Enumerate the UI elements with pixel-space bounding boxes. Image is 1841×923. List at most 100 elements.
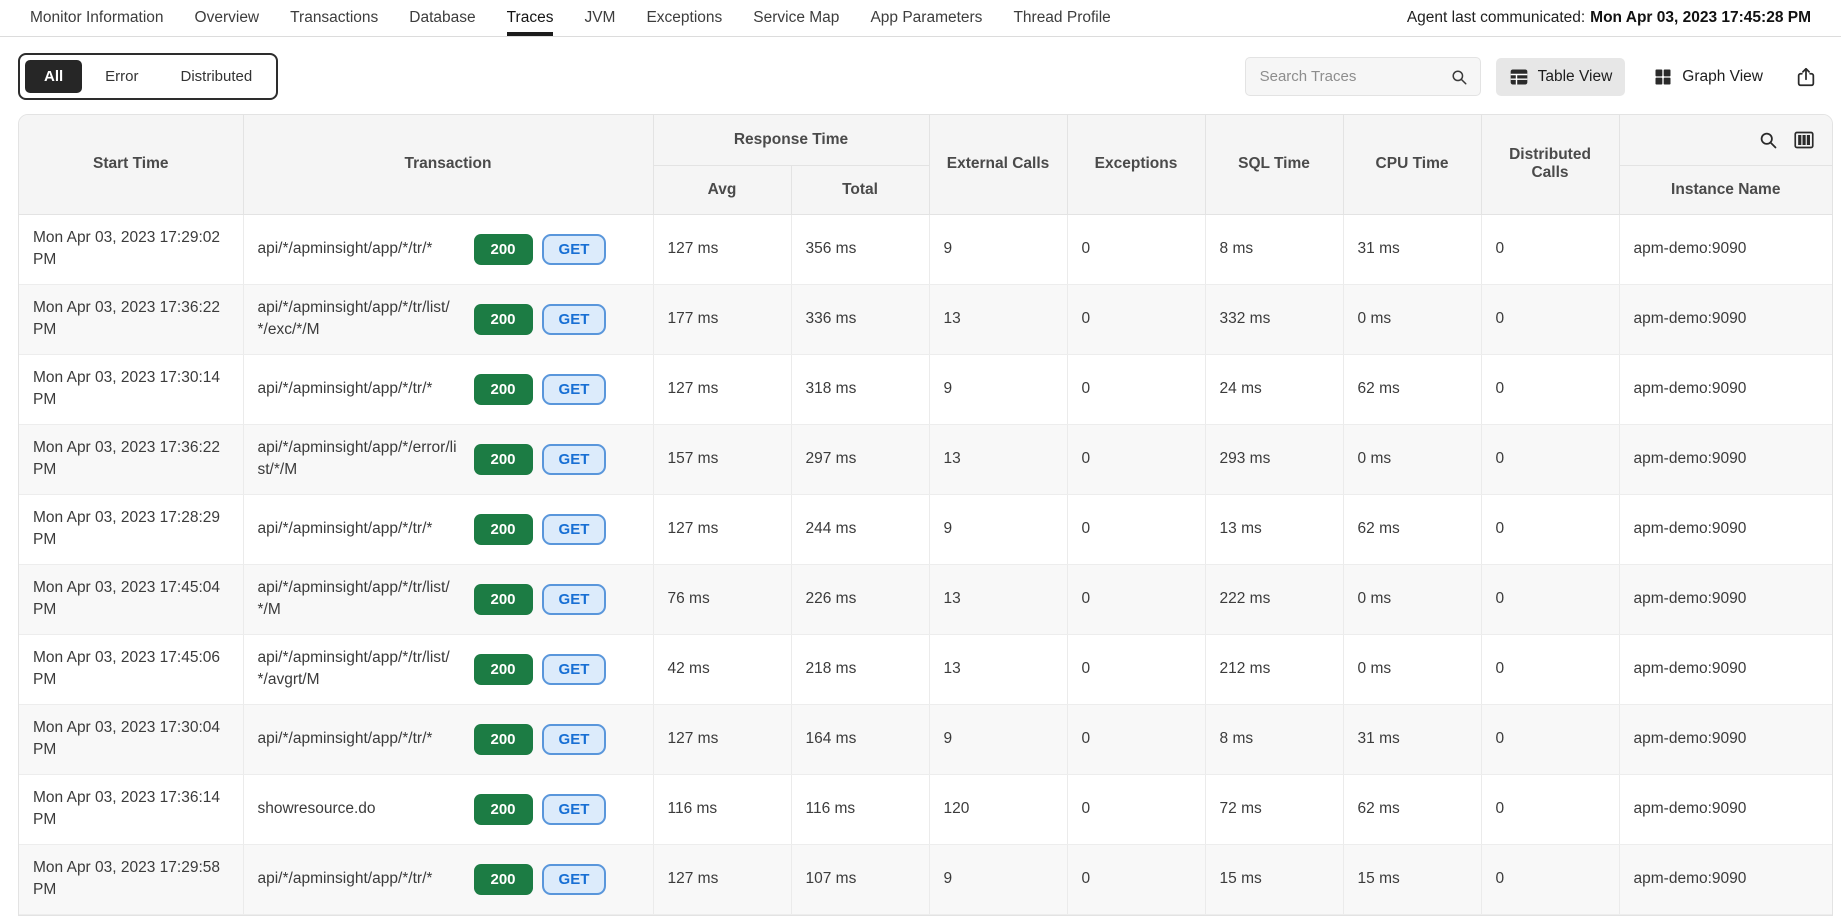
sql-time-value: 332 ms	[1220, 310, 1271, 327]
start-time-cell: Mon Apr 03, 2023 17:36:22 PM	[19, 284, 243, 354]
column-header-transaction[interactable]: Transaction	[243, 115, 653, 214]
sql-time-value: 293 ms	[1220, 450, 1271, 467]
external-calls-cell: 9	[929, 494, 1067, 564]
trace-row[interactable]: Mon Apr 03, 2023 17:36:14 PM showresourc…	[19, 774, 1832, 844]
exceptions-cell: 0	[1067, 354, 1205, 424]
column-settings-button[interactable]	[1794, 130, 1814, 150]
nav-tab-traces[interactable]: Traces	[507, 0, 554, 36]
instance-name-cell: apm-demo:9090	[1619, 704, 1832, 774]
instance-name-cell: apm-demo:9090	[1619, 284, 1832, 354]
transaction-cell: api/*/apminsight/app/*/tr/* 200 GET	[243, 354, 653, 424]
trace-table-body: Mon Apr 03, 2023 17:29:02 PM api/*/apmin…	[19, 214, 1832, 914]
start-time-value: Mon Apr 03, 2023 17:45:04 PM	[33, 577, 229, 620]
avg-response-value: 42 ms	[668, 660, 710, 677]
status-badge: 200	[474, 724, 533, 755]
column-header-total[interactable]: Total	[791, 165, 929, 214]
transaction-name[interactable]: showresource.do	[258, 798, 458, 820]
table-view-button[interactable]: Table View	[1496, 58, 1626, 96]
distributed-calls-cell: 0	[1481, 354, 1619, 424]
start-time-cell: Mon Apr 03, 2023 17:28:29 PM	[19, 494, 243, 564]
total-response-value: 218 ms	[806, 660, 857, 677]
trace-row[interactable]: Mon Apr 03, 2023 17:30:04 PM api/*/apmin…	[19, 704, 1832, 774]
transaction-name[interactable]: api/*/apminsight/app/*/error/list/*/M	[258, 437, 458, 480]
exceptions-cell: 0	[1067, 284, 1205, 354]
status-badge: 200	[474, 794, 533, 825]
distributed-calls-cell: 0	[1481, 564, 1619, 634]
instance-name-value: apm-demo:9090	[1634, 870, 1747, 887]
search-traces-box[interactable]	[1245, 57, 1481, 96]
avg-response-value: 157 ms	[668, 450, 719, 467]
transaction-name[interactable]: api/*/apminsight/app/*/tr/*	[258, 728, 458, 750]
search-icon[interactable]	[1450, 68, 1468, 86]
table-view-label: Table View	[1538, 68, 1613, 86]
column-header-start-time[interactable]: Start Time	[19, 115, 243, 214]
instance-name-value: apm-demo:9090	[1634, 520, 1747, 537]
distributed-calls-value: 0	[1496, 870, 1505, 887]
method-badge: GET	[542, 584, 607, 615]
transaction-name[interactable]: api/*/apminsight/app/*/tr/list/*/exc/*/M	[258, 297, 458, 340]
transaction-name[interactable]: api/*/apminsight/app/*/tr/*	[258, 378, 458, 400]
nav-tab-exceptions[interactable]: Exceptions	[646, 0, 722, 36]
nav-tab-thread-profile[interactable]: Thread Profile	[1013, 0, 1110, 36]
nav-tab-database[interactable]: Database	[409, 0, 475, 36]
transaction-name[interactable]: api/*/apminsight/app/*/tr/*	[258, 868, 458, 890]
column-header-cpu-time[interactable]: CPU Time	[1343, 115, 1481, 214]
trace-row[interactable]: Mon Apr 03, 2023 17:36:22 PM api/*/apmin…	[19, 424, 1832, 494]
transaction-cell: api/*/apminsight/app/*/tr/* 200 GET	[243, 704, 653, 774]
total-response-value: 336 ms	[806, 310, 857, 327]
method-badge: GET	[542, 304, 607, 335]
search-traces-input[interactable]	[1258, 67, 1450, 86]
transaction-name[interactable]: api/*/apminsight/app/*/tr/list/*/M	[258, 577, 458, 620]
transaction-cell: api/*/apminsight/app/*/tr/list/*/M 200 G…	[243, 564, 653, 634]
trace-row[interactable]: Mon Apr 03, 2023 17:45:04 PM api/*/apmin…	[19, 564, 1832, 634]
nav-tab-app-parameters[interactable]: App Parameters	[870, 0, 982, 36]
trace-row[interactable]: Mon Apr 03, 2023 17:36:22 PM api/*/apmin…	[19, 284, 1832, 354]
graph-view-button[interactable]: Graph View	[1640, 58, 1776, 96]
external-calls-cell: 9	[929, 354, 1067, 424]
filter-distributed-button[interactable]: Distributed	[162, 60, 272, 93]
filter-all-button[interactable]: All	[25, 60, 82, 93]
trace-row[interactable]: Mon Apr 03, 2023 17:29:02 PM api/*/apmin…	[19, 214, 1832, 284]
transaction-name[interactable]: api/*/apminsight/app/*/tr/*	[258, 238, 458, 260]
external-calls-value: 9	[944, 730, 953, 747]
export-button[interactable]	[1791, 62, 1821, 92]
nav-tab-jvm[interactable]: JVM	[584, 0, 615, 36]
nav-tab-service-map[interactable]: Service Map	[753, 0, 839, 36]
avg-response-cell: 116 ms	[653, 774, 791, 844]
cpu-time-cell: 62 ms	[1343, 774, 1481, 844]
trace-row[interactable]: Mon Apr 03, 2023 17:28:29 PM api/*/apmin…	[19, 494, 1832, 564]
table-search-button[interactable]	[1758, 130, 1778, 150]
external-calls-value: 13	[944, 590, 961, 607]
column-header-instance-name[interactable]: Instance Name	[1619, 165, 1832, 214]
trace-row[interactable]: Mon Apr 03, 2023 17:30:14 PM api/*/apmin…	[19, 354, 1832, 424]
transaction-name[interactable]: api/*/apminsight/app/*/tr/list/*/avgrt/M	[258, 647, 458, 690]
transaction-name[interactable]: api/*/apminsight/app/*/tr/*	[258, 518, 458, 540]
column-header-avg[interactable]: Avg	[653, 165, 791, 214]
avg-response-value: 127 ms	[668, 520, 719, 537]
cpu-time-cell: 0 ms	[1343, 424, 1481, 494]
column-header-sql-time[interactable]: SQL Time	[1205, 115, 1343, 214]
trace-row[interactable]: Mon Apr 03, 2023 17:29:58 PM api/*/apmin…	[19, 844, 1832, 914]
instance-name-cell: apm-demo:9090	[1619, 774, 1832, 844]
nav-tab-monitor-information[interactable]: Monitor Information	[30, 0, 164, 36]
trace-filter-group: All Error Distributed	[18, 53, 278, 100]
column-header-distributed-calls[interactable]: Distributed Calls	[1481, 115, 1619, 214]
sql-time-cell: 293 ms	[1205, 424, 1343, 494]
sql-time-cell: 24 ms	[1205, 354, 1343, 424]
total-response-value: 107 ms	[806, 870, 857, 887]
nav-tab-overview[interactable]: Overview	[195, 0, 260, 36]
nav-tab-transactions[interactable]: Transactions	[290, 0, 378, 36]
trace-row[interactable]: Mon Apr 03, 2023 17:45:06 PM api/*/apmin…	[19, 634, 1832, 704]
cpu-time-cell: 0 ms	[1343, 634, 1481, 704]
distributed-calls-cell: 0	[1481, 494, 1619, 564]
avg-response-cell: 157 ms	[653, 424, 791, 494]
external-calls-value: 13	[944, 660, 961, 677]
column-header-exceptions[interactable]: Exceptions	[1067, 115, 1205, 214]
filter-error-button[interactable]: Error	[86, 60, 157, 93]
transaction-cell: api/*/apminsight/app/*/tr/list/*/exc/*/M…	[243, 284, 653, 354]
start-time-cell: Mon Apr 03, 2023 17:30:14 PM	[19, 354, 243, 424]
column-header-external-calls[interactable]: External Calls	[929, 115, 1067, 214]
external-calls-cell: 9	[929, 844, 1067, 914]
distributed-calls-value: 0	[1496, 590, 1505, 607]
status-badge: 200	[474, 864, 533, 895]
